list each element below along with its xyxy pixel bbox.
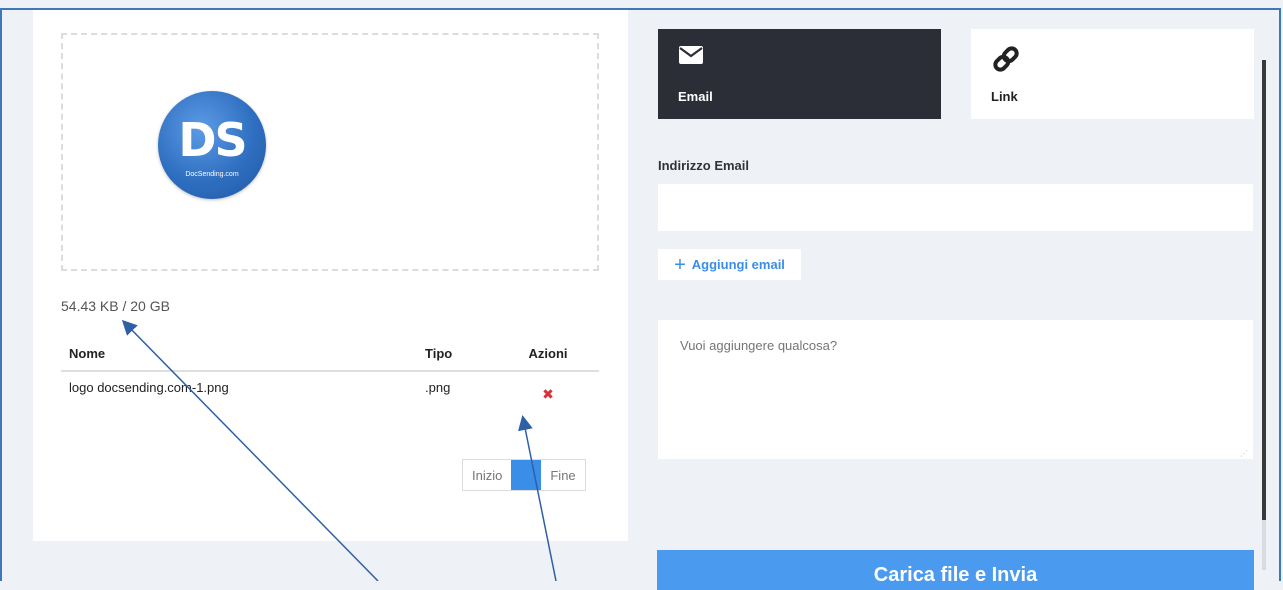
file-preview-logo: DS DocSending.com: [158, 91, 266, 199]
email-field-label: Indirizzo Email: [658, 158, 750, 173]
email-field[interactable]: [658, 184, 1253, 231]
file-type: .png: [425, 380, 451, 395]
scrollbar-thumb[interactable]: [1262, 60, 1266, 520]
column-header-actions: Azioni: [497, 342, 599, 372]
dropzone[interactable]: DS DocSending.com: [61, 33, 599, 271]
logo-text: DS: [178, 113, 247, 167]
logo-subtext: DocSending.com: [185, 171, 239, 178]
upload-and-send-button[interactable]: Carica file e Invia: [657, 550, 1254, 590]
add-email-button[interactable]: + Aggiungi email: [658, 249, 801, 280]
storage-usage: 54.43 KB / 20 GB: [61, 298, 170, 314]
plus-icon: +: [674, 253, 686, 276]
tab-link-label: Link: [991, 89, 1018, 104]
column-header-type: Tipo: [417, 342, 497, 372]
upload-panel: DS DocSending.com 54.43 KB / 20 GB Nome …: [33, 10, 628, 541]
envelope-icon: [679, 46, 703, 64]
file-table: Nome Tipo Azioni logo docsending.com-1.p…: [61, 342, 599, 411]
pagination: Inizio Fine: [462, 459, 586, 491]
table-row: logo docsending.com-1.png .png ✖: [61, 371, 599, 411]
scrollbar[interactable]: [1262, 60, 1266, 570]
tab-link[interactable]: Link: [971, 29, 1254, 119]
tab-email-label: Email: [678, 89, 713, 104]
column-header-name: Nome: [61, 342, 417, 372]
tab-email[interactable]: Email: [658, 29, 941, 119]
link-icon: [993, 46, 1019, 72]
pager-current-page[interactable]: [511, 460, 542, 490]
pager-first-button[interactable]: Inizio: [463, 460, 512, 490]
delete-icon[interactable]: ✖: [542, 386, 554, 403]
message-textarea[interactable]: [658, 320, 1253, 459]
pager-last-button[interactable]: Fine: [541, 460, 585, 490]
file-name: logo docsending.com-1.png: [69, 380, 229, 395]
resize-grip-icon[interactable]: ⋰: [1240, 449, 1248, 458]
add-email-label: Aggiungi email: [691, 257, 785, 272]
